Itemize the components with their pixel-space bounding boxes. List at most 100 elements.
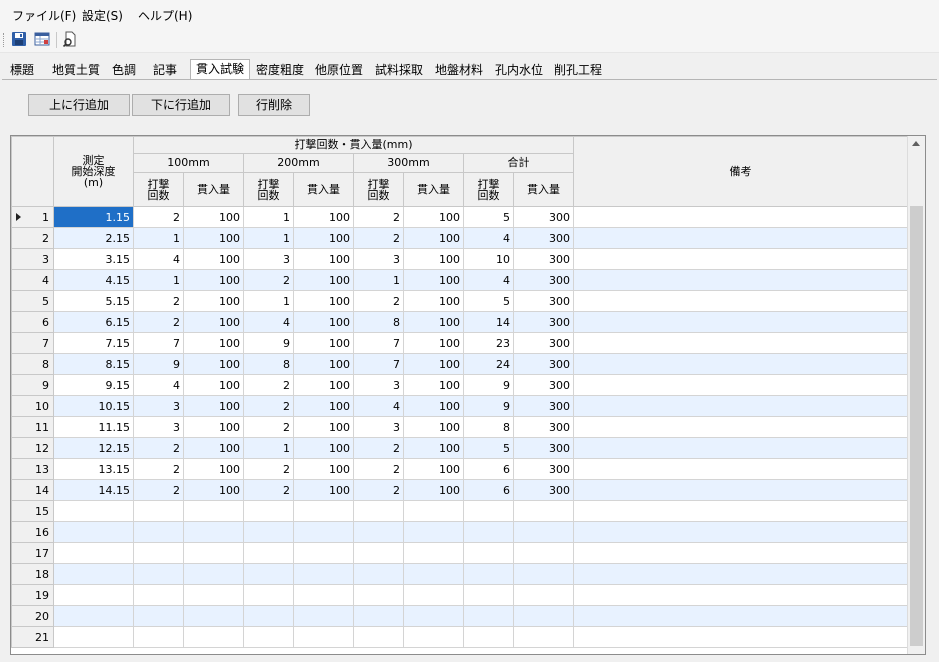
pen-100-cell[interactable]: 100 [183, 248, 244, 270]
blows-total-cell[interactable]: 9 [463, 395, 514, 417]
blows-total-cell[interactable] [463, 626, 514, 648]
blows-300-cell[interactable] [353, 626, 404, 648]
tab-geology[interactable]: 地質土質 [48, 61, 104, 79]
blows-100-cell[interactable]: 2 [133, 206, 184, 228]
pen-300-cell[interactable]: 100 [403, 227, 464, 249]
blows-300-cell[interactable] [353, 500, 404, 522]
pen-300-cell[interactable]: 100 [403, 374, 464, 396]
table-row[interactable]: 20 [11, 605, 908, 627]
pen-200-cell[interactable]: 100 [293, 227, 354, 249]
depth-cell[interactable]: 7.15 [53, 332, 134, 354]
row-number[interactable]: 21 [11, 626, 54, 648]
pen-200-cell[interactable] [293, 563, 354, 585]
blows-200-cell[interactable]: 9 [243, 332, 294, 354]
remarks-cell[interactable] [573, 479, 908, 501]
blows-200-cell[interactable] [243, 542, 294, 564]
row-number[interactable]: 19 [11, 584, 54, 606]
remarks-cell[interactable] [573, 332, 908, 354]
pen-200-cell[interactable] [293, 626, 354, 648]
blows-200-cell[interactable]: 8 [243, 353, 294, 375]
depth-cell[interactable]: 13.15 [53, 458, 134, 480]
depth-cell[interactable] [53, 500, 134, 522]
blows-300-cell[interactable]: 3 [353, 416, 404, 438]
pen-200-cell[interactable] [293, 542, 354, 564]
blows-total-cell[interactable]: 5 [463, 437, 514, 459]
tab-sampling[interactable]: 試料採取 [371, 61, 427, 79]
blows-200-cell[interactable]: 2 [243, 416, 294, 438]
blows-total-cell[interactable]: 10 [463, 248, 514, 270]
blows-100-cell[interactable]: 1 [133, 227, 184, 249]
blows-100-cell[interactable]: 4 [133, 374, 184, 396]
blows-200-cell[interactable] [243, 626, 294, 648]
pen-100-cell[interactable]: 100 [183, 227, 244, 249]
table-view-icon[interactable] [34, 31, 50, 47]
blows-total-cell[interactable]: 6 [463, 479, 514, 501]
blows-300-cell[interactable]: 2 [353, 290, 404, 312]
tab-penetration-test[interactable]: 貫入試験 [190, 59, 250, 79]
blows-100-cell[interactable]: 3 [133, 416, 184, 438]
blows-100-cell[interactable]: 2 [133, 290, 184, 312]
pen-200-cell[interactable]: 100 [293, 353, 354, 375]
row-number[interactable]: 9 [11, 374, 54, 396]
pen-100-cell[interactable]: 100 [183, 290, 244, 312]
pen-total-cell[interactable] [513, 521, 574, 543]
table-row[interactable]: 15 [11, 500, 908, 522]
table-row[interactable]: 5 5.15 2 100 1 100 2 100 5 300 [11, 290, 908, 312]
table-row[interactable]: 13 13.15 2 100 2 100 2 100 6 300 [11, 458, 908, 480]
remarks-cell[interactable] [573, 353, 908, 375]
pen-100-cell[interactable]: 100 [183, 416, 244, 438]
pen-300-cell[interactable]: 100 [403, 416, 464, 438]
pen-total-cell[interactable]: 300 [513, 311, 574, 333]
penetration-grid[interactable]: 測定 開始深度 (m) 打撃回数・貫入量(mm) 備考 100mm 200mm … [10, 135, 926, 655]
blows-300-cell[interactable]: 2 [353, 479, 404, 501]
row-number[interactable]: 20 [11, 605, 54, 627]
pen-300-cell[interactable] [403, 521, 464, 543]
pen-total-cell[interactable]: 300 [513, 227, 574, 249]
remarks-cell[interactable] [573, 584, 908, 606]
table-row[interactable]: 18 [11, 563, 908, 585]
blows-300-cell[interactable]: 2 [353, 227, 404, 249]
row-number[interactable]: 8 [11, 353, 54, 375]
pen-100-cell[interactable]: 100 [183, 332, 244, 354]
table-row[interactable]: 17 [11, 542, 908, 564]
depth-cell[interactable]: 1.15 [53, 206, 134, 228]
remarks-cell[interactable] [573, 500, 908, 522]
pen-total-cell[interactable]: 300 [513, 332, 574, 354]
blows-100-cell[interactable] [133, 500, 184, 522]
blows-200-cell[interactable]: 2 [243, 269, 294, 291]
pen-100-cell[interactable] [183, 542, 244, 564]
blows-200-cell[interactable]: 1 [243, 290, 294, 312]
row-number[interactable]: 7 [11, 332, 54, 354]
remarks-cell[interactable] [573, 248, 908, 270]
blows-300-cell[interactable]: 1 [353, 269, 404, 291]
blows-300-cell[interactable]: 2 [353, 206, 404, 228]
pen-100-cell[interactable]: 100 [183, 353, 244, 375]
remarks-cell[interactable] [573, 626, 908, 648]
pen-100-cell[interactable]: 100 [183, 269, 244, 291]
remarks-cell[interactable] [573, 416, 908, 438]
depth-cell[interactable]: 12.15 [53, 437, 134, 459]
pen-300-cell[interactable] [403, 584, 464, 606]
pen-total-cell[interactable]: 300 [513, 458, 574, 480]
row-number[interactable]: 16 [11, 521, 54, 543]
pen-total-cell[interactable]: 300 [513, 437, 574, 459]
blows-200-cell[interactable]: 1 [243, 437, 294, 459]
blows-100-cell[interactable] [133, 542, 184, 564]
remarks-cell[interactable] [573, 437, 908, 459]
pen-total-cell[interactable]: 300 [513, 395, 574, 417]
pen-100-cell[interactable]: 100 [183, 479, 244, 501]
pen-total-cell[interactable]: 300 [513, 353, 574, 375]
pen-300-cell[interactable]: 100 [403, 353, 464, 375]
pen-100-cell[interactable] [183, 521, 244, 543]
blows-200-cell[interactable]: 4 [243, 311, 294, 333]
blows-200-cell[interactable]: 2 [243, 374, 294, 396]
blows-200-cell[interactable]: 3 [243, 248, 294, 270]
blows-100-cell[interactable]: 9 [133, 353, 184, 375]
blows-100-cell[interactable]: 2 [133, 458, 184, 480]
tab-ground-material[interactable]: 地盤材料 [430, 61, 488, 79]
blows-100-cell[interactable]: 2 [133, 437, 184, 459]
pen-total-cell[interactable]: 300 [513, 374, 574, 396]
blows-total-cell[interactable] [463, 584, 514, 606]
pen-200-cell[interactable] [293, 500, 354, 522]
depth-cell[interactable]: 14.15 [53, 479, 134, 501]
